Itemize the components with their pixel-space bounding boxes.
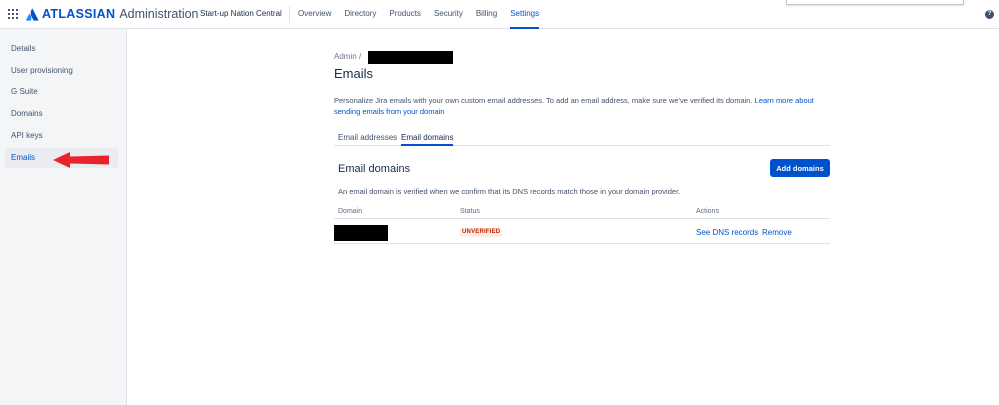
section-description: An email domain is verified when we conf… <box>338 187 681 196</box>
organization-switcher[interactable]: Start-up Nation Central <box>200 9 282 18</box>
description-text: Personalize Jira emails with your own cu… <box>334 96 753 105</box>
nav-security[interactable]: Security <box>434 0 463 29</box>
breadcrumb-separator: / <box>359 52 362 61</box>
page-title: Emails <box>334 66 374 81</box>
redacted-domain <box>334 225 388 241</box>
redacted-breadcrumb <box>368 51 453 64</box>
help-icon[interactable]: ? <box>985 10 994 19</box>
product-name: Administration <box>119 7 199 21</box>
column-header-domain: Domain <box>338 208 363 215</box>
table-row-divider <box>334 243 830 244</box>
nav-billing[interactable]: Billing <box>476 0 497 29</box>
tab-bar: Email addresses Email domains <box>334 128 830 146</box>
red-annotation-arrow-icon <box>53 152 109 168</box>
sidebar: Details User provisioning G Suite Domain… <box>0 29 127 405</box>
sidebar-item-g-suite[interactable]: G Suite <box>5 82 118 102</box>
tab-email-addresses[interactable]: Email addresses <box>338 133 397 146</box>
sidebar-item-api-keys[interactable]: API keys <box>5 126 118 146</box>
page-description: Personalize Jira emails with your own cu… <box>334 95 824 117</box>
sidebar-item-domains[interactable]: Domains <box>5 104 118 124</box>
brand-name: ATLASSIAN <box>42 7 116 21</box>
section-title: Email domains <box>338 163 411 175</box>
tab-email-domains[interactable]: Email domains <box>401 133 454 146</box>
add-domains-button[interactable]: Add domains <box>770 159 830 177</box>
atlassian-mark-icon <box>26 8 39 21</box>
breadcrumb-admin[interactable]: Admin <box>334 52 357 61</box>
column-header-status: Status <box>460 208 480 215</box>
table-header-divider <box>334 218 830 219</box>
top-navigation-bar: ATLASSIAN Administration Start-up Nation… <box>0 0 999 29</box>
nav-divider <box>289 6 290 23</box>
nav-settings[interactable]: Settings <box>510 0 539 29</box>
status-badge: UNVERIFIED <box>460 228 503 237</box>
top-overlay-box <box>786 0 964 5</box>
nav-overview[interactable]: Overview <box>298 0 331 29</box>
atlassian-logo[interactable]: ATLASSIAN Administration <box>26 7 199 21</box>
nav-products[interactable]: Products <box>389 0 421 29</box>
remove-link[interactable]: Remove <box>762 228 792 237</box>
sidebar-item-user-provisioning[interactable]: User provisioning <box>5 61 118 81</box>
column-header-actions: Actions <box>696 208 719 215</box>
see-dns-records-link[interactable]: See DNS records <box>696 228 758 237</box>
sidebar-item-details[interactable]: Details <box>5 39 118 59</box>
app-switcher-icon[interactable] <box>8 9 18 19</box>
main-nav: Overview Directory Products Security Bil… <box>298 0 552 29</box>
nav-directory[interactable]: Directory <box>344 0 376 29</box>
